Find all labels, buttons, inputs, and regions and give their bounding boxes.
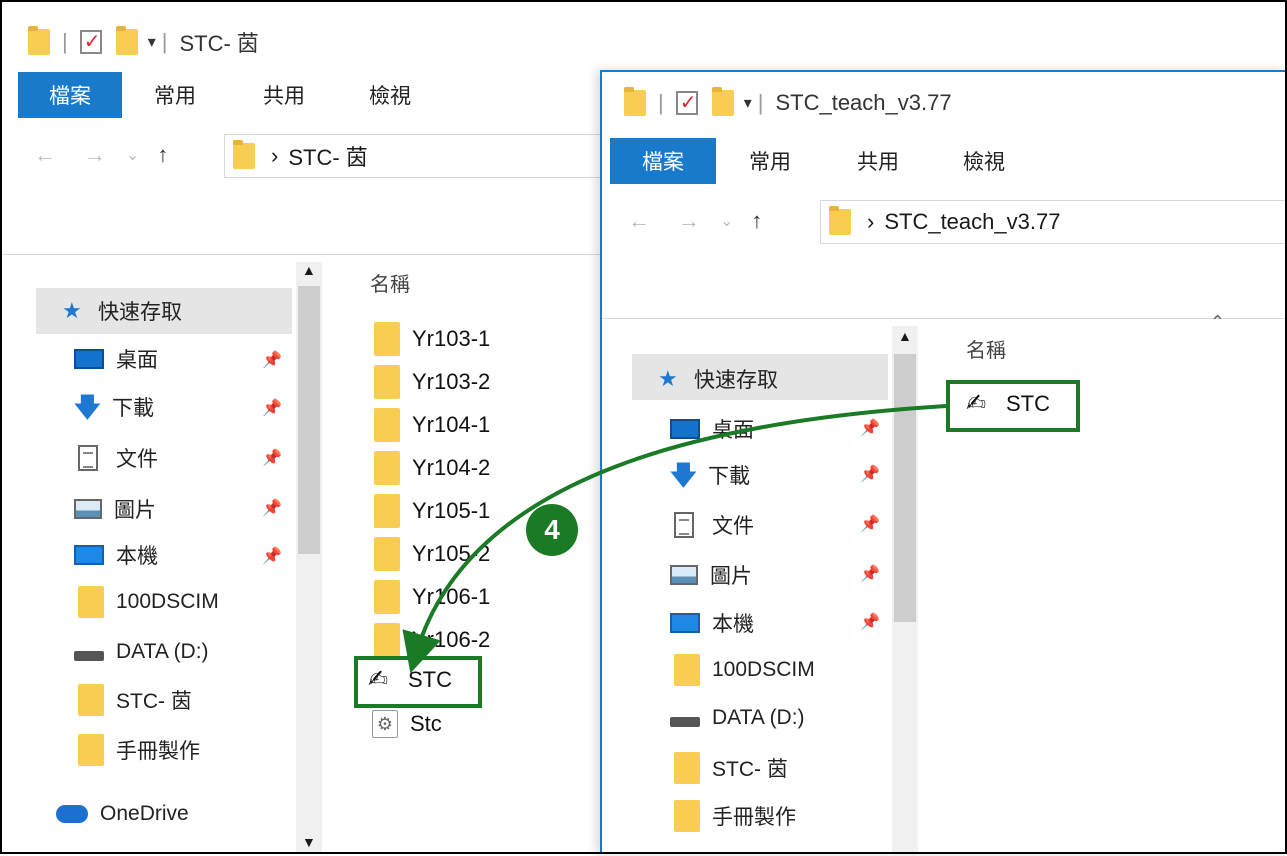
drag-arrow-path: [402, 404, 947, 674]
drag-arrow: [402, 404, 947, 674]
step-number-badge: 4: [526, 504, 578, 556]
